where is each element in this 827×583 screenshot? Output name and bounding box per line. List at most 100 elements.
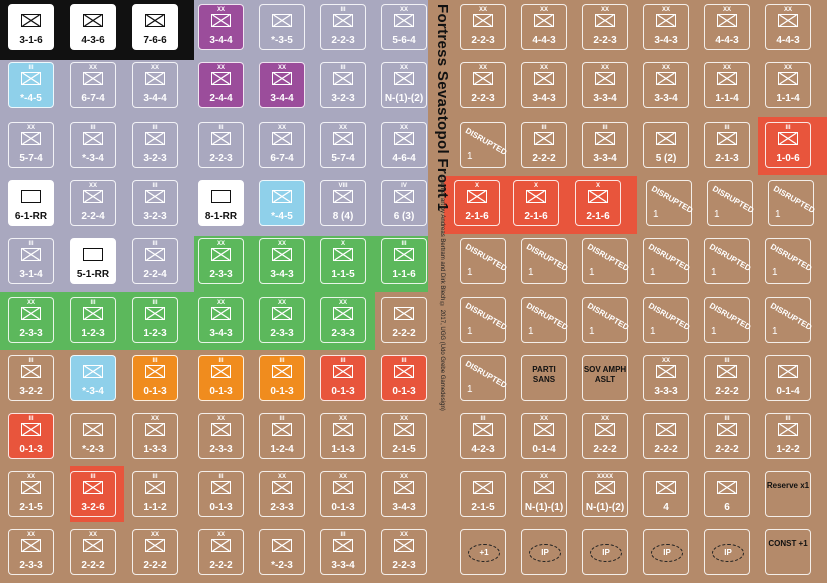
unit-counter[interactable]: III 3-2-2 [8,355,54,401]
text-marker[interactable]: CONST +1 [765,529,811,575]
text-marker[interactable]: PARTI SANS [521,355,567,401]
unit-counter[interactable]: XX 4-4-3 [704,4,750,50]
unit-counter[interactable]: III 1-2-3 [132,297,178,343]
unit-counter[interactable]: XX 2-2-2 [198,529,244,575]
unit-counter[interactable]: III 3-2-3 [132,180,178,226]
unit-counter[interactable]: XX N-(1)-(1) [521,471,567,517]
unit-counter[interactable]: XX 2-2-3 [582,4,628,50]
unit-counter[interactable]: XX 3-4-3 [643,4,689,50]
unit-counter[interactable]: XX 0-1-4 [521,413,567,459]
unit-counter[interactable]: III 1-1-6 [381,238,427,284]
disrupted-marker[interactable]: DISRUPTED 1 [582,238,630,284]
unit-counter[interactable]: III 0-1-3 [320,355,366,401]
unit-counter[interactable]: XX 3-4-4 [259,62,305,108]
unit-counter[interactable]: III 0-1-3 [198,355,244,401]
unit-counter[interactable]: 8-1-RR [198,180,244,226]
unit-counter[interactable]: XX 3-4-3 [259,238,305,284]
ip-marker[interactable]: IP [643,529,689,575]
unit-counter[interactable]: XX 1-1-3 [320,413,366,459]
unit-counter[interactable]: XX 2-3-3 [198,238,244,284]
unit-counter[interactable]: XX 3-4-4 [198,4,244,50]
unit-counter[interactable]: *-2-3 [70,413,116,459]
unit-counter[interactable]: III 0-1-3 [381,355,427,401]
text-marker[interactable]: SOV AMPH ASLT [582,355,628,401]
unit-counter[interactable]: XX 6-7-4 [259,122,305,168]
unit-counter[interactable]: XX 3-3-4 [582,62,628,108]
unit-counter[interactable]: XX 4-6-4 [381,122,427,168]
unit-counter[interactable]: III 2-1-3 [704,122,750,168]
disrupted-marker[interactable]: DISRUPTED 1 [521,238,569,284]
unit-counter[interactable]: III 0-1-3 [259,355,305,401]
unit-counter[interactable]: III *-3-4 [70,122,116,168]
unit-counter[interactable]: XX 0-1-3 [320,471,366,517]
unit-counter[interactable]: XX 3-3-4 [643,62,689,108]
disrupted-marker[interactable]: DISRUPTED 1 [460,238,508,284]
disrupted-marker[interactable]: DISRUPTED 1 [765,297,813,343]
unit-counter[interactable]: XX 2-3-3 [8,297,54,343]
unit-counter[interactable]: XX 6-7-4 [70,62,116,108]
unit-counter[interactable]: III 3-3-4 [320,529,366,575]
disrupted-marker[interactable]: DISRUPTED 1 [521,297,569,343]
unit-counter[interactable]: III 1-1-2 [132,471,178,517]
unit-counter[interactable]: XX 2-3-3 [8,529,54,575]
unit-counter[interactable]: XX 4-4-3 [765,4,811,50]
unit-counter[interactable]: XXXX N-(1)-(2) [582,471,628,517]
unit-counter[interactable]: III 0-1-3 [8,413,54,459]
unit-counter[interactable]: III 1-2-3 [70,297,116,343]
unit-counter[interactable]: XX 3-4-3 [381,471,427,517]
unit-counter[interactable]: XX 5-7-4 [8,122,54,168]
unit-counter[interactable]: 3-1-6 [8,4,54,50]
unit-counter[interactable]: XX 5-6-4 [381,4,427,50]
unit-counter[interactable]: XX 2-2-2 [582,413,628,459]
unit-counter[interactable]: *-2-3 [259,529,305,575]
disrupted-marker[interactable]: DISRUPTED 1 [643,297,691,343]
unit-counter[interactable]: XX 2-3-3 [259,471,305,517]
unit-counter[interactable]: VIII 8 (4) [320,180,366,226]
unit-counter[interactable]: XX 2-3-3 [198,413,244,459]
unit-counter[interactable]: XX 1-1-4 [765,62,811,108]
unit-counter[interactable]: XX 3-3-3 [643,355,689,401]
disrupted-marker[interactable]: DISRUPTED 1 [460,355,508,401]
unit-counter[interactable]: 5 (2) [643,122,689,168]
unit-counter[interactable]: XX 2-1-5 [381,413,427,459]
ip-marker[interactable]: IP [521,529,567,575]
unit-counter[interactable]: III 0-1-3 [132,355,178,401]
unit-counter[interactable]: XX 1-3-3 [132,413,178,459]
unit-counter[interactable]: III 0-1-3 [198,471,244,517]
unit-counter[interactable]: III *-4-5 [8,62,54,108]
disrupted-marker[interactable]: DISRUPTED 1 [646,180,694,226]
disrupted-marker[interactable]: DISRUPTED 1 [460,122,508,168]
unit-counter[interactable]: XX 2-2-2 [70,529,116,575]
unit-counter[interactable]: *-3-4 [70,355,116,401]
unit-counter[interactable]: III 2-2-2 [704,355,750,401]
unit-counter[interactable]: XX 1-1-4 [704,62,750,108]
unit-counter[interactable]: III 3-2-3 [132,122,178,168]
unit-counter[interactable]: XX 4-4-3 [521,4,567,50]
unit-counter[interactable]: XX 2-3-3 [259,297,305,343]
disrupted-marker[interactable]: DISRUPTED 1 [643,238,691,284]
unit-counter[interactable]: *-3-5 [259,4,305,50]
unit-counter[interactable]: XX 2-4-4 [198,62,244,108]
text-marker[interactable]: Reserve x1 [765,471,811,517]
unit-counter[interactable]: III 3-3-4 [582,122,628,168]
unit-counter[interactable]: XX 2-2-3 [381,529,427,575]
unit-counter[interactable]: III 3-2-3 [320,62,366,108]
unit-counter[interactable]: XX 2-2-3 [460,62,506,108]
ip-marker[interactable]: IP [582,529,628,575]
unit-counter[interactable]: XX N-(1)-(2) [381,62,427,108]
disrupted-marker[interactable]: DISRUPTED 1 [765,238,813,284]
unit-counter[interactable]: III 1-2-4 [259,413,305,459]
unit-counter[interactable]: III 2-2-2 [704,413,750,459]
disrupted-marker[interactable]: DISRUPTED 1 [707,180,755,226]
unit-counter[interactable]: 4 [643,471,689,517]
unit-counter[interactable]: IV 6 (3) [381,180,427,226]
unit-counter[interactable]: III 1-0-6 [765,122,811,168]
unit-counter[interactable]: 6 [704,471,750,517]
unit-counter[interactable]: XX 2-2-4 [70,180,116,226]
unit-counter[interactable]: 7-6-6 [132,4,178,50]
unit-counter[interactable]: XX 3-4-3 [521,62,567,108]
unit-counter[interactable]: III 2-2-4 [132,238,178,284]
unit-counter[interactable]: XX 5-7-4 [320,122,366,168]
disrupted-marker[interactable]: DISRUPTED 1 [460,297,508,343]
disrupted-marker[interactable]: DISRUPTED 1 [582,297,630,343]
